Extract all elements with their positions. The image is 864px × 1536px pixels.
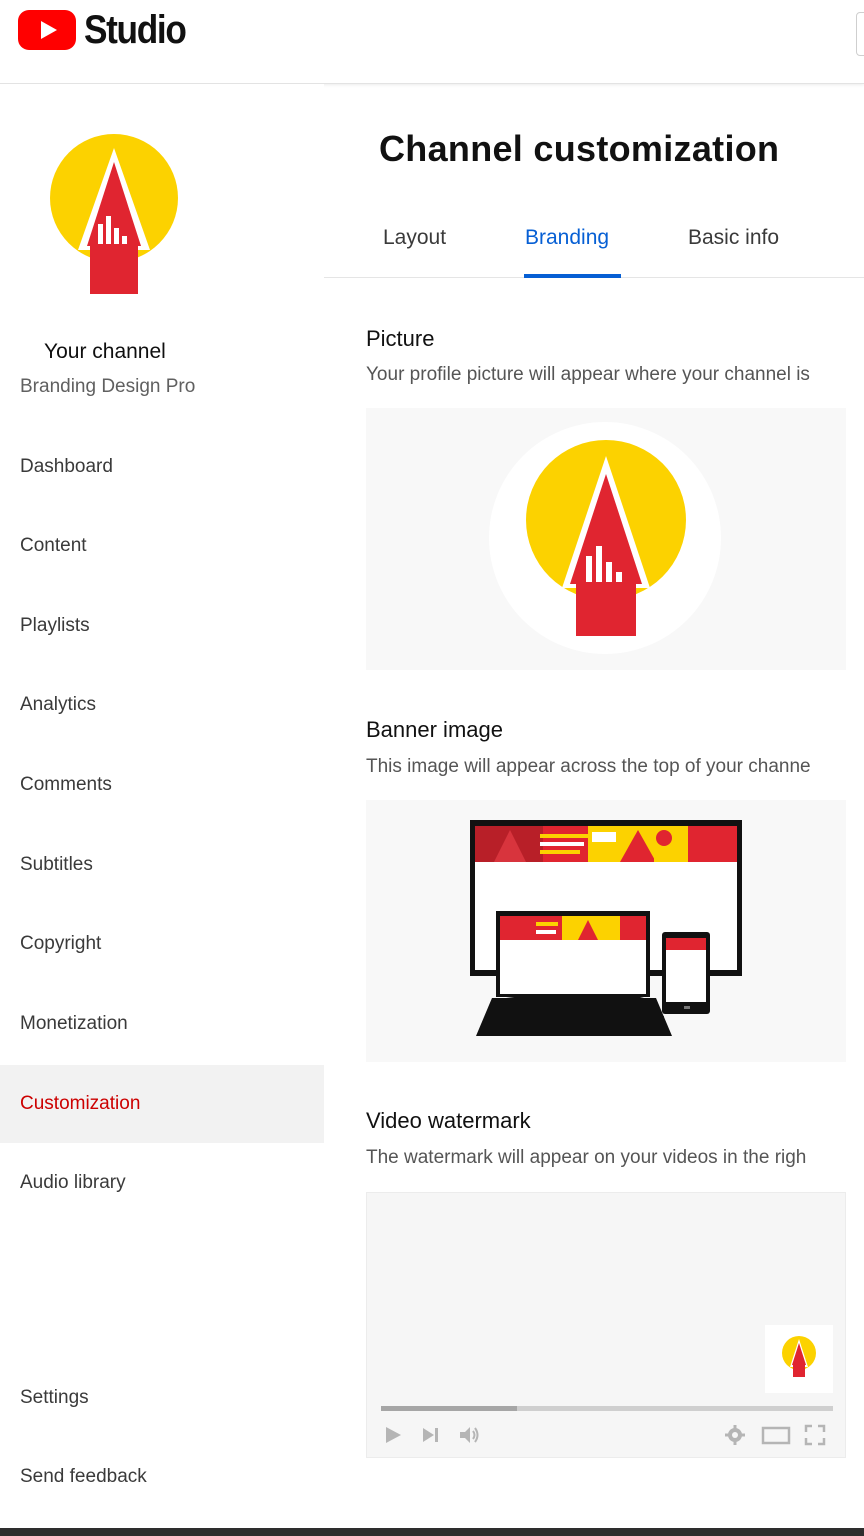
sidebar-item-content[interactable]: Content — [0, 507, 324, 585]
sidebar-item-monetization[interactable]: Monetization — [0, 985, 324, 1063]
sidebar-item-label: Send feedback — [20, 1466, 147, 1487]
your-channel-label: Your channel — [44, 340, 166, 363]
youtube-logo-icon — [18, 10, 76, 50]
tab-branding[interactable]: Branding — [525, 226, 609, 250]
watermark-section-description: The watermark will appear on your videos… — [366, 1147, 807, 1168]
sidebar-item-label: Subtitles — [20, 854, 93, 875]
sidebar-item-label: Dashboard — [20, 456, 113, 477]
bottom-edge — [0, 1528, 864, 1536]
picture-section-description: Your profile picture will appear where y… — [366, 364, 810, 385]
sidebar-item-subtitles[interactable]: Subtitles — [0, 826, 324, 904]
tab-bar: Layout Branding Basic info — [324, 204, 864, 278]
search-box-edge[interactable] — [856, 12, 864, 56]
channel-avatar[interactable] — [44, 132, 184, 296]
sidebar-item-label: Analytics — [20, 694, 97, 715]
sidebar-item-audio-library[interactable]: Audio library — [0, 1144, 324, 1222]
sidebar-item-label: Playlists — [20, 615, 90, 636]
sidebar-item-playlists[interactable]: Playlists — [0, 587, 324, 665]
profile-picture-preview — [366, 408, 846, 670]
sidebar-item-dashboard[interactable]: Dashboard — [0, 428, 324, 506]
theater-mode-icon[interactable] — [761, 1423, 791, 1447]
sidebar-item-customization[interactable]: Customization — [0, 1065, 324, 1143]
sidebar-item-label: Customization — [20, 1093, 141, 1114]
volume-icon[interactable] — [457, 1423, 481, 1447]
banner-devices-illustration — [470, 820, 742, 1036]
banner-image-preview — [366, 800, 846, 1062]
active-tab-indicator — [524, 274, 621, 278]
watermark-image — [765, 1325, 833, 1393]
page-title: Channel customization — [379, 128, 780, 169]
sidebar-item-label: Content — [20, 535, 87, 556]
sidebar-item-label: Comments — [20, 774, 112, 795]
video-progress-fill — [381, 1406, 517, 1411]
banner-section-title: Banner image — [366, 717, 503, 742]
sidebar: Your channel Branding Design Pro Dashboa… — [0, 84, 324, 1528]
sidebar-item-analytics[interactable]: Analytics — [0, 666, 324, 744]
sidebar-item-send-feedback[interactable]: Send feedback — [0, 1438, 324, 1516]
sidebar-item-comments[interactable]: Comments — [0, 746, 324, 824]
picture-section-title: Picture — [366, 326, 435, 351]
sidebar-item-label: Monetization — [20, 1013, 128, 1034]
studio-logo[interactable]: Studio — [18, 8, 199, 52]
sidebar-item-settings[interactable]: Settings — [0, 1359, 324, 1437]
top-bar: Studio — [0, 0, 864, 84]
tab-layout[interactable]: Layout — [383, 226, 446, 250]
tab-basic-info[interactable]: Basic info — [688, 226, 779, 250]
fullscreen-icon[interactable] — [803, 1423, 827, 1447]
logo-text: Studio — [84, 7, 187, 52]
banner-section-description: This image will appear across the top of… — [366, 756, 811, 777]
watermark-logo — [782, 1336, 816, 1377]
profile-picture-logo — [526, 440, 686, 636]
next-icon[interactable] — [419, 1423, 443, 1447]
watermark-video-preview — [366, 1192, 846, 1458]
sidebar-item-label: Settings — [20, 1387, 89, 1408]
sidebar-item-copyright[interactable]: Copyright — [0, 905, 324, 983]
settings-gear-icon[interactable] — [723, 1423, 747, 1447]
watermark-section-title: Video watermark — [366, 1108, 531, 1133]
sidebar-item-label: Copyright — [20, 933, 102, 954]
video-progress-bar[interactable] — [381, 1406, 833, 1411]
sidebar-item-label: Audio library — [20, 1172, 126, 1193]
play-icon[interactable] — [381, 1423, 405, 1447]
channel-name: Branding Design Pro — [20, 376, 196, 397]
